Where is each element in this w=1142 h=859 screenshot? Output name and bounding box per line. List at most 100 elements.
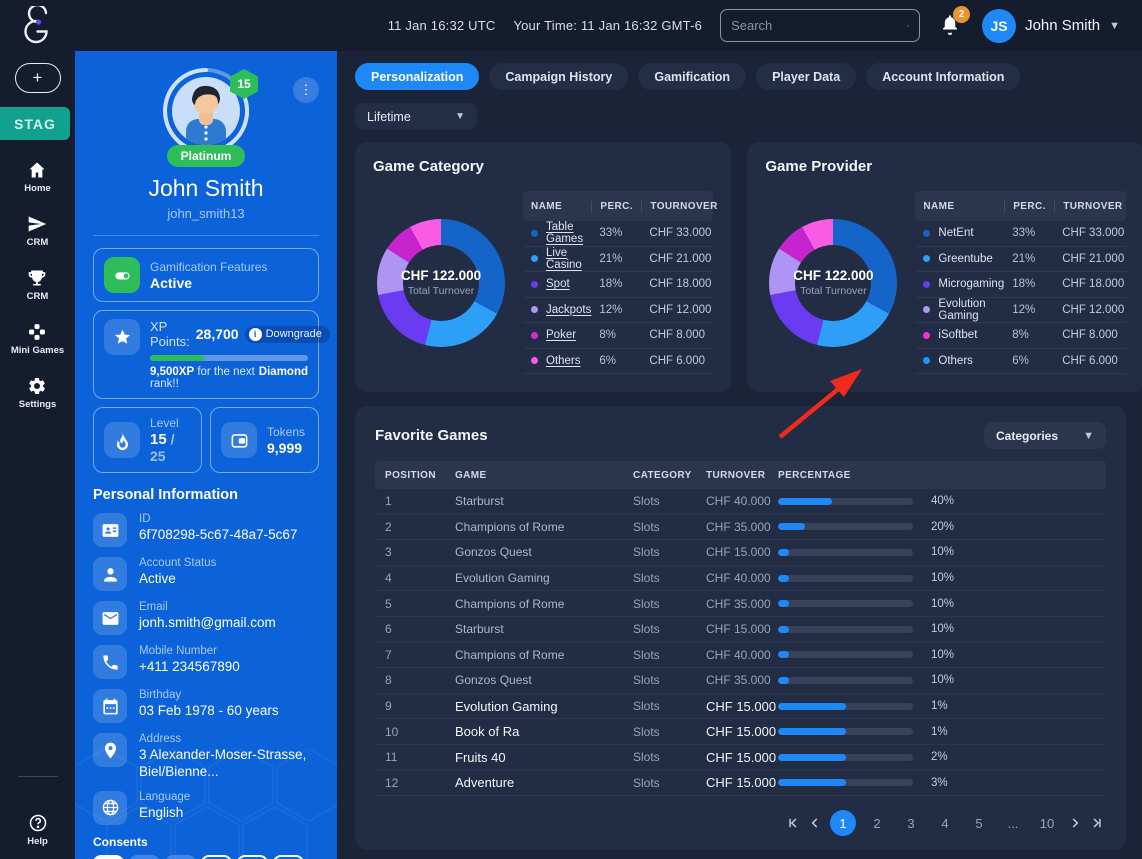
- personal-info-id: ID6f708298-5c67-48a7-5c67: [93, 513, 319, 547]
- position-value: 9: [385, 699, 455, 713]
- consents-title: Consents: [93, 835, 319, 849]
- game-category-title: Game Category: [373, 158, 713, 175]
- level-label: Level: [150, 416, 191, 430]
- game-name: Gonzos Quest: [455, 673, 633, 687]
- category-value: Slots: [633, 520, 706, 534]
- percentage-bar: [778, 600, 913, 607]
- percentage-value: 40%: [931, 495, 954, 507]
- category-value: Slots: [633, 494, 706, 508]
- tab-account-information[interactable]: Account Information: [866, 63, 1020, 90]
- page-button-1[interactable]: 1: [830, 810, 856, 836]
- column-header: NAME: [523, 201, 591, 212]
- user-menu[interactable]: JS John Smith ▼: [982, 9, 1120, 43]
- search-input[interactable]: [731, 18, 907, 33]
- player-name: John Smith: [148, 175, 263, 202]
- last-page-button[interactable]: [1090, 816, 1104, 830]
- category-value: Slots: [633, 750, 706, 764]
- game-category-name-link[interactable]: Jackpots: [546, 304, 591, 316]
- period-filter-dropdown[interactable]: Lifetime ▼: [355, 103, 477, 130]
- position-value: 10: [385, 725, 455, 739]
- next-page-button[interactable]: [1068, 816, 1082, 830]
- category-value: Slots: [633, 648, 706, 662]
- game-provider-name: Greentube: [938, 253, 992, 265]
- series-color-dot: [531, 332, 538, 339]
- column-header: TOURNOVER: [641, 201, 713, 212]
- personal-info-birthday: Birthday03 Feb 1978 - 60 years: [93, 689, 319, 723]
- sidebar-item-home[interactable]: Home: [11, 160, 64, 194]
- game-name: Evolution Gaming: [455, 699, 633, 714]
- series-color-dot: [923, 332, 930, 339]
- xp-card: XP Points: 28,700 i Downgrade 9,500XP fo…: [93, 310, 319, 399]
- turnover-value: CHF 35.000: [706, 673, 778, 687]
- player-profile-panel: ⋮ 15 Platinum John Smith john_smith13: [75, 51, 337, 859]
- turnover-value: CHF 8.000: [641, 329, 713, 341]
- game-category-name-link[interactable]: Table Games: [546, 221, 591, 245]
- sidebar-item-crm[interactable]: CRM: [11, 268, 64, 302]
- game-name: Champions of Rome: [455, 597, 633, 611]
- favorite-game-row: 3Gonzos QuestSlotsCHF 15.00010%: [375, 540, 1106, 566]
- phone-icon: [93, 645, 127, 679]
- tab-gamification[interactable]: Gamification: [638, 63, 746, 90]
- app-logo: [0, 6, 75, 46]
- series-color-dot: [923, 281, 930, 288]
- game-category-row: Poker 8%CHF 8.000: [523, 323, 713, 349]
- sidebar-item-settings[interactable]: Settings: [11, 376, 64, 410]
- chevron-down-icon: ▼: [1083, 430, 1094, 442]
- search-box[interactable]: [720, 9, 920, 42]
- favorite-game-row: 6StarburstSlotsCHF 15.00010%: [375, 617, 1106, 643]
- page-button-2[interactable]: 2: [864, 810, 890, 836]
- percentage-bar: [778, 651, 913, 658]
- position-value: 4: [385, 571, 455, 585]
- banner-consent[interactable]: [165, 855, 196, 859]
- tab-personalization[interactable]: Personalization: [355, 63, 479, 90]
- personal-info-account-status: Account StatusActive: [93, 557, 319, 591]
- notifications-button[interactable]: 2: [938, 13, 964, 39]
- gamification-label: Gamification Features: [150, 260, 267, 274]
- game-category-name-link[interactable]: Others: [546, 355, 581, 367]
- game-category-name-link[interactable]: Live Casino: [546, 247, 591, 271]
- copy-consent[interactable]: [273, 855, 304, 859]
- turnover-value: CHF 40.000: [706, 571, 778, 585]
- game-provider-donut-chart: CHF 122.000 Total Turnover: [769, 219, 897, 347]
- series-color-dot: [923, 357, 930, 364]
- tab-player-data[interactable]: Player Data: [756, 63, 856, 90]
- page-button-3[interactable]: 3: [898, 810, 924, 836]
- game-category-name-link[interactable]: Spot: [546, 278, 570, 290]
- game-category-name-link[interactable]: Poker: [546, 329, 576, 341]
- game-provider-name: Microgaming: [938, 278, 1004, 290]
- email-consent[interactable]: [93, 855, 124, 859]
- phone-consent[interactable]: [237, 855, 268, 859]
- toggle-on-icon[interactable]: [104, 257, 140, 293]
- category-value: Slots: [633, 725, 706, 739]
- turnover-value: CHF 40.000: [706, 648, 778, 662]
- page-button-5[interactable]: 5: [966, 810, 992, 836]
- position-value: 2: [385, 520, 455, 534]
- turnover-value: CHF 15.000: [706, 750, 778, 765]
- game-provider-row: Microgaming18%CHF 18.000: [915, 272, 1126, 298]
- folder-consent[interactable]: [201, 855, 232, 859]
- series-color-dot: [531, 281, 538, 288]
- sidebar-item-mini-games[interactable]: Mini Games: [11, 322, 64, 356]
- page-button-4[interactable]: 4: [932, 810, 958, 836]
- turnover-value: CHF 15.000: [706, 699, 778, 714]
- position-value: 3: [385, 545, 455, 559]
- percentage-value: 8%: [591, 329, 641, 341]
- favorite-game-row: 1StarburstSlotsCHF 40.00040%: [375, 489, 1106, 515]
- column-header: POSITION: [385, 470, 455, 481]
- page-button-10[interactable]: 10: [1034, 810, 1060, 836]
- category-value: Slots: [633, 776, 706, 790]
- percentage-value: 10%: [931, 623, 954, 635]
- first-page-button[interactable]: [786, 816, 800, 830]
- previous-page-button[interactable]: [808, 816, 822, 830]
- categories-filter-dropdown[interactable]: Categories ▼: [984, 422, 1106, 449]
- profile-menu-button[interactable]: ⋮: [293, 77, 319, 103]
- sms-consent[interactable]: [129, 855, 160, 859]
- tab-campaign-history[interactable]: Campaign History: [489, 63, 628, 90]
- sidebar-item-help[interactable]: Help: [27, 813, 48, 847]
- downgrade-pill[interactable]: i Downgrade: [245, 326, 330, 343]
- add-button[interactable]: +: [15, 63, 61, 93]
- sidebar-item-crm[interactable]: CRM: [11, 214, 64, 248]
- flame-icon: [104, 422, 140, 458]
- game-name: Gonzos Quest: [455, 545, 633, 559]
- game-name: Adventure: [455, 775, 633, 790]
